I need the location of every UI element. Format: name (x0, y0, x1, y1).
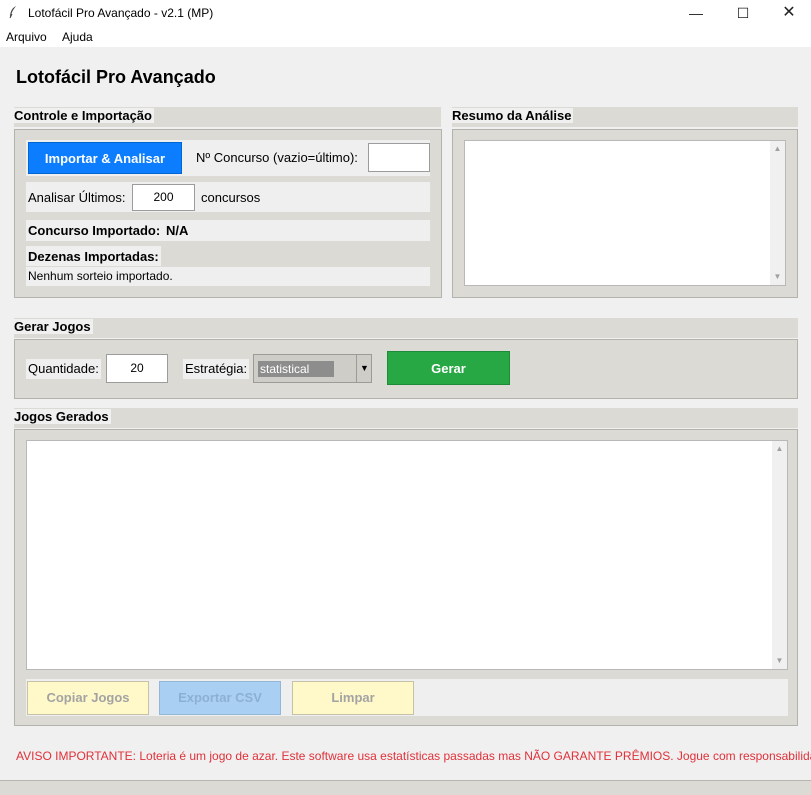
resumo-section-label: Resumo da Análise (452, 108, 574, 123)
import-analyze-button[interactable]: Importar & Analisar (28, 142, 182, 174)
menu-arquivo[interactable]: Arquivo (6, 30, 47, 44)
estrategia-label: Estratégia: (185, 361, 248, 376)
exportar-csv-button[interactable]: Exportar CSV (159, 681, 281, 715)
jogos-section-label: Jogos Gerados (14, 409, 111, 424)
menu-ajuda[interactable]: Ajuda (62, 30, 93, 44)
concurso-importado-value: N/A (166, 223, 189, 238)
page-title: Lotofácil Pro Avançado (16, 67, 216, 87)
status-bar (0, 780, 811, 795)
minimize-button[interactable]: — (673, 0, 719, 27)
quantidade-input[interactable]: 20 (106, 354, 168, 383)
jogos-section-header (14, 408, 798, 428)
maximize-button[interactable]: ☐ (720, 0, 766, 27)
resumo-text[interactable] (464, 140, 786, 286)
limpar-button[interactable]: Limpar (292, 681, 414, 715)
concurso-label: Nº Concurso (vazio=último): (196, 150, 358, 165)
scroll-up-icon[interactable]: ▲ (772, 444, 787, 453)
close-button[interactable]: ✕ (766, 0, 811, 27)
copiar-jogos-button[interactable]: Copiar Jogos (27, 681, 149, 715)
dezenas-value: Nenhum sorteio importado. (28, 269, 173, 283)
jogos-text[interactable] (26, 440, 788, 670)
warning-text: AVISO IMPORTANTE: Loteria é um jogo de a… (16, 749, 811, 763)
quantidade-label: Quantidade: (28, 361, 99, 376)
title-bar: Lotofácil Pro Avançado - v2.1 (MP) — ☐ ✕ (0, 0, 811, 27)
analisar-input[interactable]: 200 (132, 184, 195, 211)
gerar-section-label: Gerar Jogos (14, 319, 93, 334)
jogos-scrollbar[interactable]: ▲ ▼ (772, 441, 787, 669)
concurso-input[interactable] (368, 143, 430, 172)
analisar-label: Analisar Últimos: (28, 190, 126, 205)
feather-icon (8, 5, 18, 22)
gerar-button[interactable]: Gerar (387, 351, 510, 385)
window-title: Lotofácil Pro Avançado - v2.1 (MP) (28, 6, 214, 20)
dezenas-label: Dezenas Importadas: (28, 249, 159, 264)
concurso-importado-label: Concurso Importado: (28, 223, 161, 238)
scroll-down-icon[interactable]: ▼ (770, 272, 785, 281)
analisar-suffix: concursos (201, 190, 261, 205)
menu-bar: Arquivo Ajuda (0, 27, 811, 47)
scroll-down-icon[interactable]: ▼ (772, 656, 787, 665)
gerar-section-header (14, 318, 798, 338)
estrategia-dropdown[interactable]: statistical ▼ (253, 354, 372, 383)
estrategia-selected: statistical (258, 361, 334, 377)
resumo-scrollbar[interactable]: ▲ ▼ (770, 141, 785, 285)
chevron-down-icon[interactable]: ▼ (356, 355, 372, 382)
scroll-up-icon[interactable]: ▲ (770, 144, 785, 153)
controle-section-label: Controle e Importação (14, 108, 154, 123)
